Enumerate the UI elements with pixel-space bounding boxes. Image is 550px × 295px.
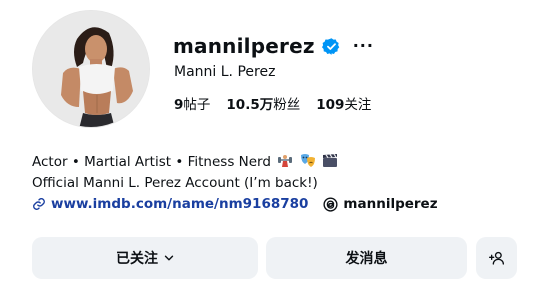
suggested-users-button[interactable] [476,237,517,279]
posts-count-value: 9 [174,97,184,113]
posts-count-label: 帖子 [183,97,211,113]
profile-avatar[interactable] [32,10,150,128]
threads-handle: mannilperez [343,196,438,212]
add-user-icon [488,251,504,265]
avatar-photo [33,11,149,127]
followers-count[interactable]: 10.5万粉丝 [226,93,300,113]
weight-lifter-emoji-icon [277,153,293,174]
link-icon [33,198,45,210]
bio-line-1: Actor • Martial Artist • Fitness Nerd [32,153,338,174]
following-count-label: 关注 [344,97,372,113]
username: mannilperez [173,34,315,58]
following-count[interactable]: 109关注 [316,93,371,113]
message-button-label: 发消息 [345,251,388,267]
following-count-value: 109 [316,97,345,113]
followers-count-value: 10.5万 [226,97,274,113]
more-options-icon[interactable]: ··· [353,38,374,54]
message-button[interactable]: 发消息 [266,237,467,279]
bio-line-1-text: Actor • Martial Artist • Fitness Nerd [32,154,271,170]
website-link-text: www.imdb.com/name/nm9168780 [51,196,309,212]
threads-link[interactable]: mannilperez [323,196,438,212]
profile-bio: Actor • Martial Artist • Fitness Nerd Of… [32,153,338,193]
clapper-board-emoji-icon [322,153,338,174]
bio-line-2: Official Manni L. Perez Account (I’m bac… [32,175,318,191]
threads-icon [323,196,338,212]
chevron-down-icon [164,255,174,261]
profile-header-row: mannilperez ··· [173,33,374,59]
following-button-label: 已关注 [116,251,158,267]
profile-stats: 9帖子 10.5万粉丝 109关注 [174,93,387,113]
theater-masks-emoji-icon [300,153,316,174]
website-link[interactable]: www.imdb.com/name/nm9168780 [32,196,308,212]
verified-badge-icon [321,37,339,55]
full-name: Manni L. Perez [174,64,276,80]
followers-count-label: 粉丝 [273,97,301,113]
posts-count[interactable]: 9帖子 [174,93,210,113]
following-button[interactable]: 已关注 [32,237,258,279]
profile-links: www.imdb.com/name/nm9168780 mannilperez [32,196,438,212]
